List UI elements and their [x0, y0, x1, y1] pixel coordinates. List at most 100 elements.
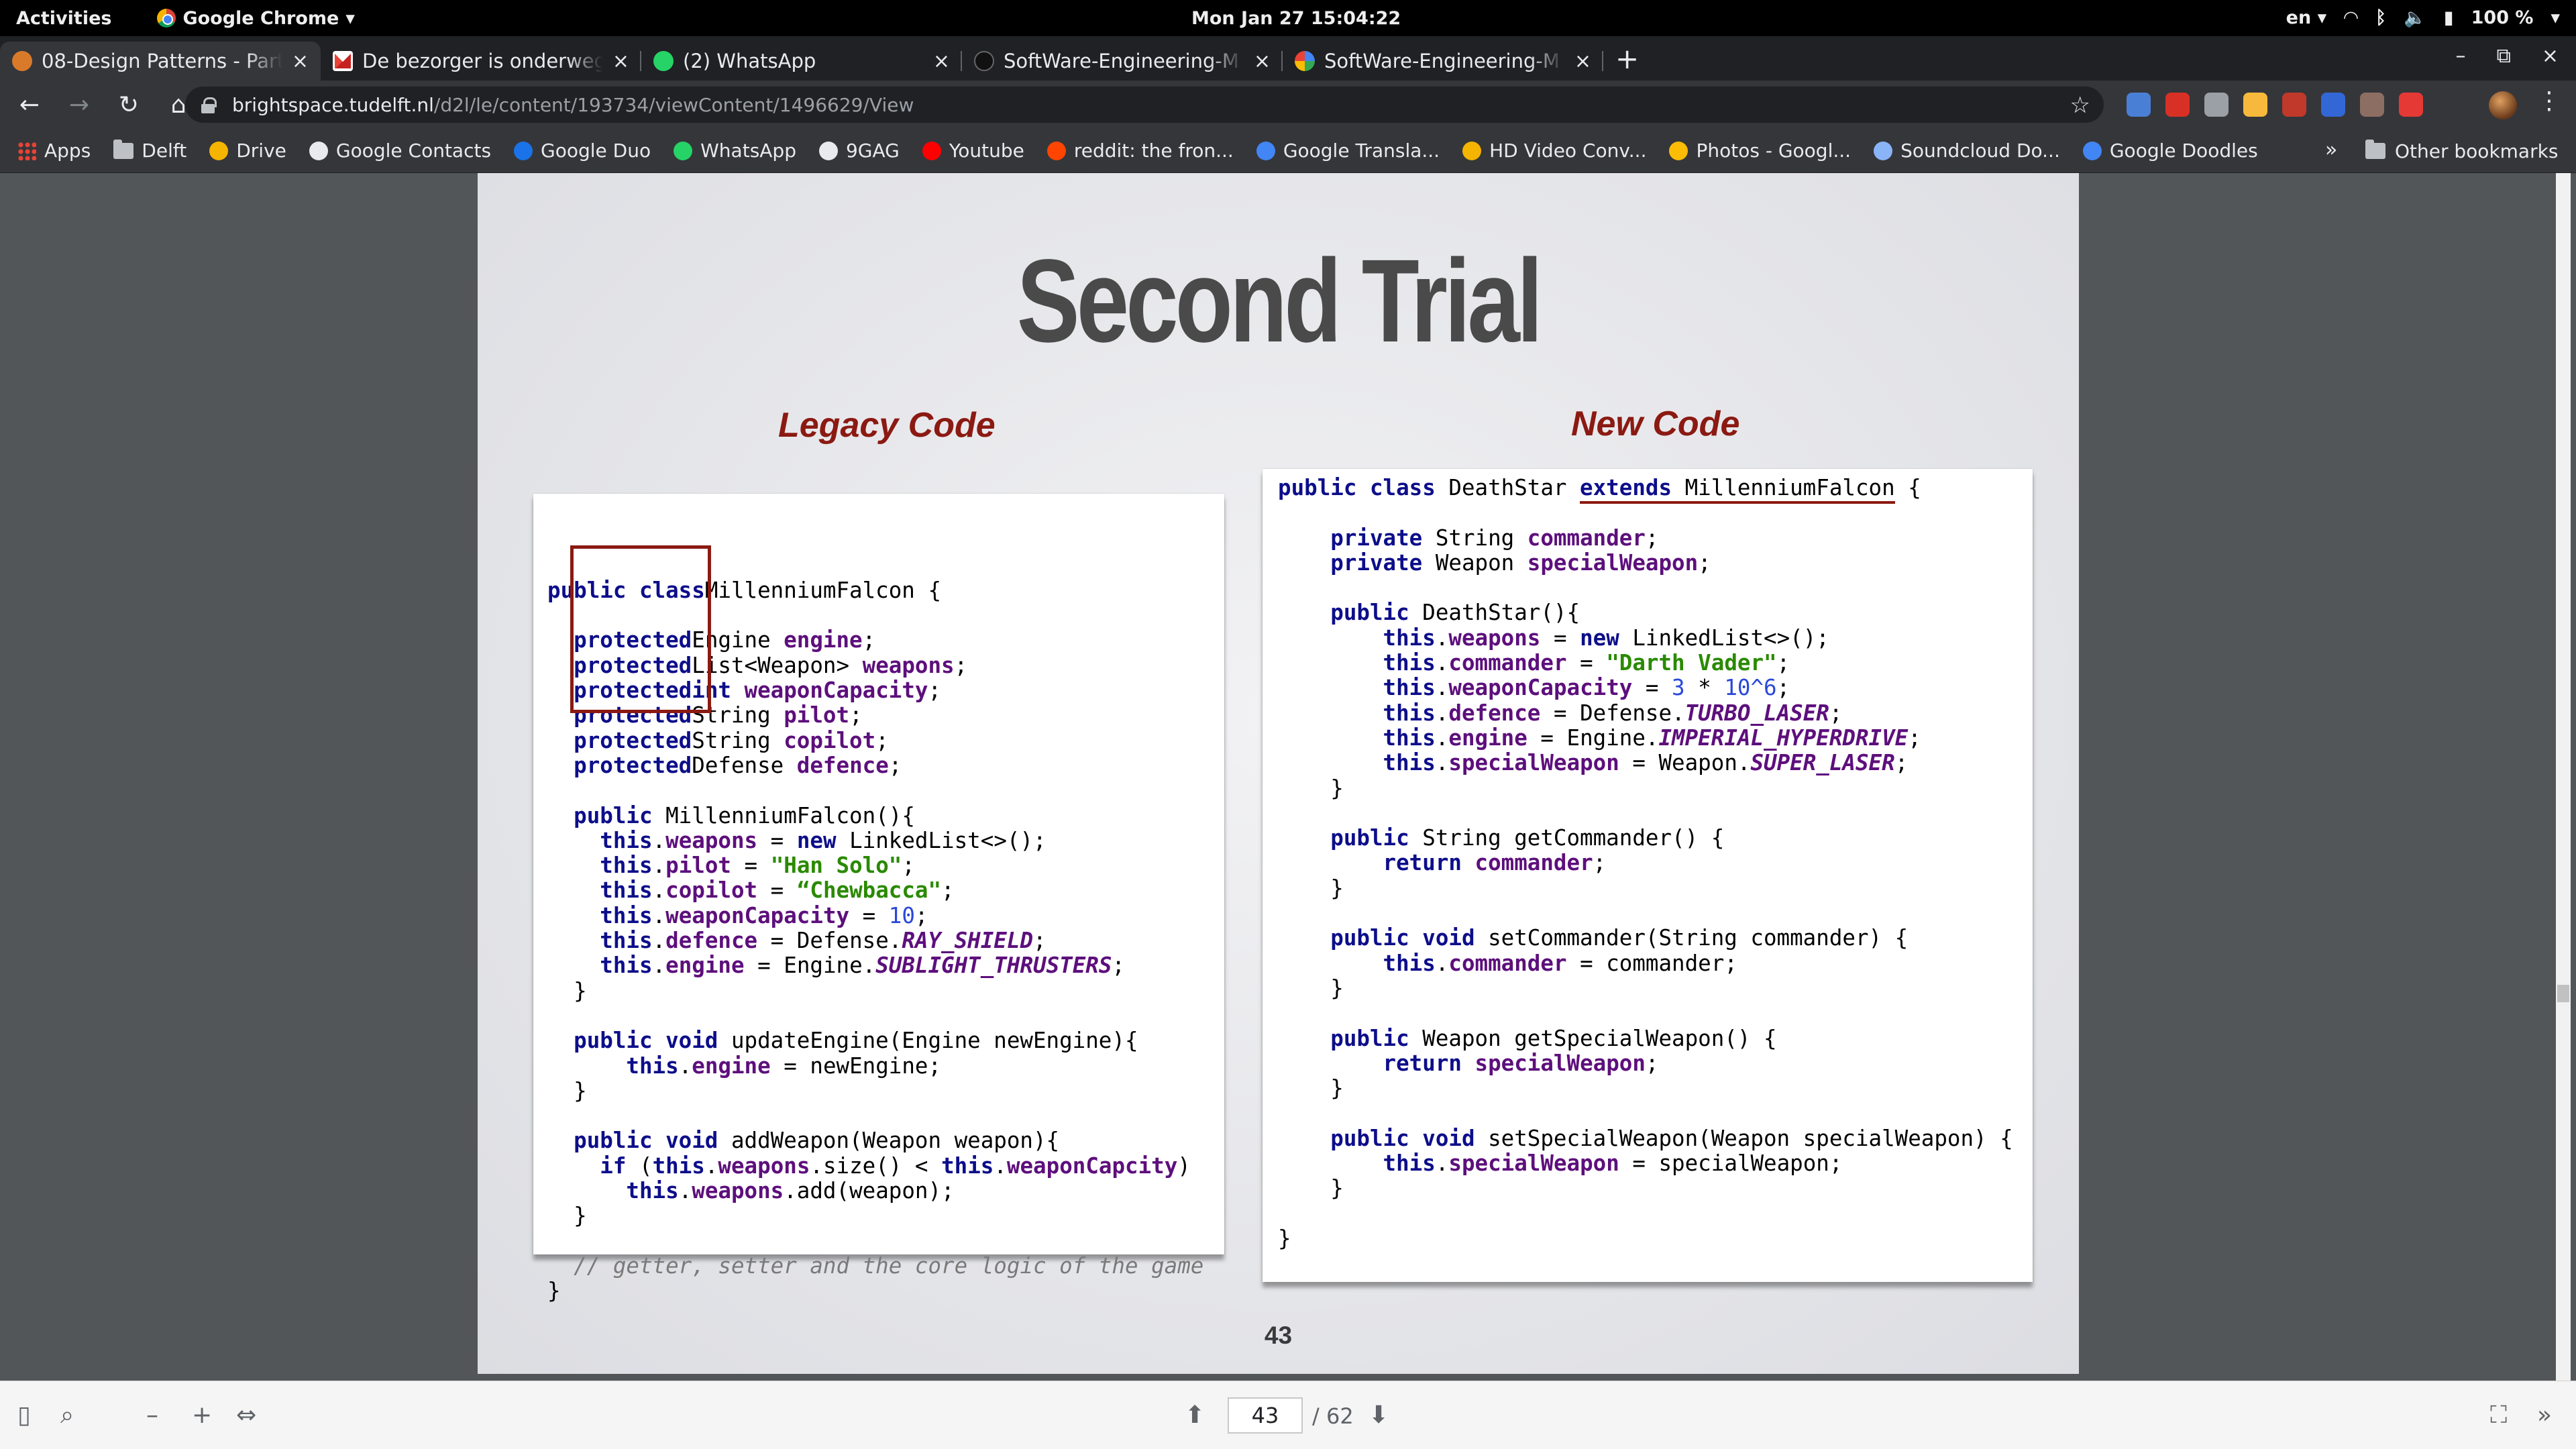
back-button[interactable]: ←: [9, 91, 50, 119]
bookmark-item[interactable]: HD Video Conv...: [1462, 140, 1646, 162]
protected-highlight-box: [570, 545, 711, 713]
forward-button[interactable]: →: [59, 91, 99, 119]
close-icon[interactable]: ×: [1254, 50, 1271, 73]
reload-button[interactable]: ↻: [109, 91, 149, 119]
bookmark-item[interactable]: 9GAG: [818, 140, 900, 162]
new-code-block: public class DeathStar extends Millenniu…: [1263, 469, 2033, 1282]
address-bar[interactable]: brightspace.tudelft.nl/d2l/le/content/19…: [185, 87, 2104, 123]
bookmark-item[interactable]: Google Contacts: [309, 140, 491, 162]
maximize-button[interactable]: ⧉: [2496, 44, 2510, 68]
video-extension-icon[interactable]: [2282, 93, 2306, 117]
pdf-viewer[interactable]: Second Trial Legacy Code New Code public…: [0, 173, 2576, 1381]
code-token: .: [1435, 950, 1449, 976]
bookmark-item[interactable]: Google Transla...: [1256, 140, 1440, 162]
language-label: en: [2286, 7, 2312, 28]
new-tab-button[interactable]: +: [1615, 42, 1639, 75]
next-page-button[interactable]: ⬇: [1368, 1401, 1389, 1429]
activities-button[interactable]: Activities: [16, 8, 111, 29]
bookmark-item[interactable]: Photos - Googl...: [1669, 140, 1851, 162]
clock[interactable]: Mon Jan 27 15:04:22: [1191, 8, 1401, 29]
bookmark-item[interactable]: Soundcloud Do...: [1874, 140, 2060, 162]
code-token: ;: [1033, 928, 1046, 954]
fullscreen-button[interactable]: ⛶: [2490, 1401, 2507, 1430]
code-token: ): [1177, 1152, 1191, 1179]
bookmark-item[interactable]: Youtube: [922, 140, 1024, 162]
bookmark-item[interactable]: Drive: [209, 140, 286, 162]
code-line: public void setSpecialWeapon(Weapon spec…: [1278, 1126, 2033, 1151]
code-token: weaponCapacity: [744, 678, 928, 704]
cookie-extension-icon[interactable]: [2360, 93, 2384, 117]
code-line: // getter, setter and the core logic of …: [547, 1253, 1224, 1279]
code-token: }: [1278, 1225, 1291, 1251]
bookmark-star-icon[interactable]: ☆: [2070, 92, 2090, 119]
code-token: new: [1580, 625, 1619, 651]
code-token: ;: [862, 627, 876, 653]
tab-title: (2) WhatsApp: [683, 50, 816, 72]
code-token: = newEngine;: [770, 1053, 942, 1079]
bookmark-label: Google Duo: [541, 140, 651, 162]
close-icon[interactable]: ×: [1574, 50, 1591, 73]
camera-extension-icon[interactable]: [2204, 93, 2229, 117]
other-bookmarks-folder[interactable]: Other bookmarks: [2365, 129, 2558, 173]
code-token: String getCommander() {: [1409, 825, 1725, 851]
code-token: protected: [574, 727, 692, 753]
code-token: this: [600, 902, 653, 928]
scrollbar-thumb[interactable]: [2557, 985, 2569, 1002]
zoom-out-button[interactable]: –: [146, 1401, 158, 1429]
scrollbar[interactable]: [2556, 173, 2571, 1381]
code-token: String: [1422, 525, 1527, 551]
previous-page-button[interactable]: ⬆: [1185, 1401, 1205, 1429]
code-token: MillenniumFalcon(){: [652, 802, 915, 828]
more-options-button[interactable]: »: [2537, 1401, 2552, 1429]
profile-avatar[interactable]: [2489, 91, 2517, 119]
bookmarks-overflow-button[interactable]: »: [2325, 138, 2337, 162]
bookmark-item[interactable]: Google Duo: [514, 140, 651, 162]
tab-software-engineering-google[interactable]: SoftWare-Engineering-M ×: [1283, 42, 1603, 80]
sidebar-toggle-icon[interactable]: ▯: [17, 1401, 31, 1429]
code-token: public: [1330, 600, 1409, 626]
tab-bezorger[interactable]: De bezorger is onderweg ×: [321, 42, 641, 80]
tab-whatsapp[interactable]: (2) WhatsApp ×: [641, 42, 962, 80]
system-tray[interactable]: en ▾ ◠ ᛒ 🔈 ▮ 100 % ▾: [2286, 7, 2560, 29]
translate-extension-icon[interactable]: [2127, 93, 2151, 117]
browser-menu-button[interactable]: ⋮: [2537, 87, 2561, 115]
app-menu[interactable]: Google Chrome ▾: [157, 7, 355, 29]
code-line: this.weaponCapacity = 10;: [547, 902, 1224, 928]
code-token: private: [1330, 549, 1423, 576]
code-token: this: [1383, 950, 1436, 976]
minimize-button[interactable]: –: [2455, 44, 2465, 68]
close-icon[interactable]: ×: [933, 50, 950, 73]
lock-icon[interactable]: [201, 97, 217, 113]
chrome-extension-icon[interactable]: [2243, 93, 2267, 117]
bookmark-item[interactable]: Apps: [17, 140, 91, 162]
record-extension-icon[interactable]: [2399, 93, 2423, 117]
github-favicon-icon: [974, 51, 994, 71]
bookmark-item[interactable]: Delft: [113, 139, 186, 162]
bookmark-item[interactable]: Google Doodles: [2082, 140, 2258, 162]
code-token: commander: [1448, 950, 1567, 976]
tab-design-patterns[interactable]: 08-Design Patterns - Part ×: [0, 42, 321, 80]
bookmark-item[interactable]: reddit: the fron...: [1046, 140, 1234, 162]
language-indicator[interactable]: en ▾: [2286, 7, 2327, 28]
search-icon[interactable]: ⌕: [60, 1401, 74, 1430]
code-token: pilot: [784, 702, 850, 729]
app-menu-label: Google Chrome: [182, 7, 339, 29]
close-icon[interactable]: ×: [292, 50, 309, 73]
tab-software-engineering-github[interactable]: SoftWare-Engineering-M ×: [962, 42, 1283, 80]
code-line: public String getCommander() {: [1278, 826, 2033, 851]
adblock-extension-icon[interactable]: [2165, 93, 2190, 117]
zoom-in-button[interactable]: +: [192, 1401, 212, 1429]
page-number-input[interactable]: [1228, 1397, 1303, 1434]
flash-extension-icon[interactable]: [2321, 93, 2345, 117]
code-token: commander: [1527, 525, 1646, 551]
code-token: weapons: [862, 652, 955, 678]
close-icon[interactable]: ×: [612, 50, 629, 73]
close-window-button[interactable]: ×: [2542, 44, 2559, 68]
bookmark-item[interactable]: WhatsApp: [674, 140, 796, 162]
fit-width-button[interactable]: ⇔: [236, 1401, 256, 1429]
